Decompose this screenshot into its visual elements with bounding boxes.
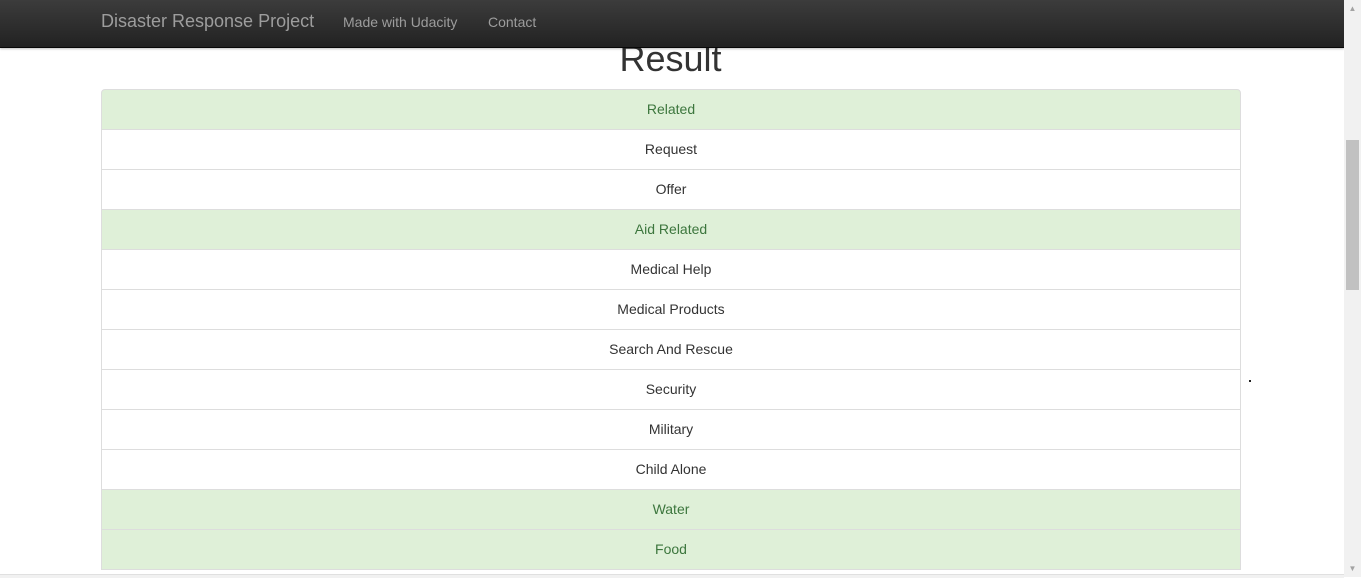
nav-link-made-with-udacity[interactable]: Made with Udacity: [343, 14, 457, 30]
category-item-medical-help[interactable]: Medical Help: [101, 249, 1241, 290]
page-viewport: Result Related Request Offer Aid Related…: [0, 0, 1344, 574]
classification-results-list: Related Request Offer Aid Related Medica…: [101, 89, 1241, 570]
scrollbar-thumb[interactable]: [1346, 140, 1359, 290]
category-item-security[interactable]: Security: [101, 369, 1241, 410]
nav-link-contact[interactable]: Contact: [488, 14, 536, 30]
category-item-offer[interactable]: Offer: [101, 169, 1241, 210]
top-navbar: Disaster Response Project Made with Udac…: [0, 0, 1344, 48]
vertical-scrollbar[interactable]: ▲ ▼: [1344, 0, 1361, 577]
navbar-brand[interactable]: Disaster Response Project: [101, 11, 314, 32]
category-item-aid-related[interactable]: Aid Related: [101, 209, 1241, 250]
category-item-military[interactable]: Military: [101, 409, 1241, 450]
category-item-related[interactable]: Related: [101, 89, 1241, 130]
category-item-food[interactable]: Food: [101, 529, 1241, 570]
category-item-search-and-rescue[interactable]: Search And Rescue: [101, 329, 1241, 370]
category-item-medical-products[interactable]: Medical Products: [101, 289, 1241, 330]
horizontal-scrollbar-edge: [0, 574, 1344, 578]
category-item-child-alone[interactable]: Child Alone: [101, 449, 1241, 490]
category-item-water[interactable]: Water: [101, 489, 1241, 530]
scroll-up-arrow-icon[interactable]: ▲: [1344, 0, 1361, 17]
stray-dot: [1249, 380, 1251, 382]
category-item-request[interactable]: Request: [101, 129, 1241, 170]
scroll-down-arrow-icon[interactable]: ▼: [1344, 560, 1361, 577]
